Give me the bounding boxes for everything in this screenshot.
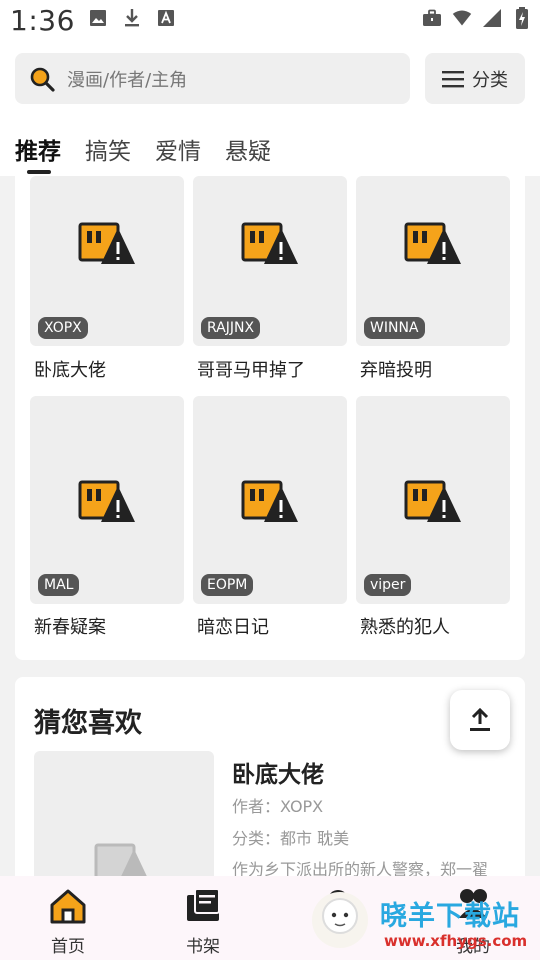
section-heading: 猜您喜欢 <box>34 708 142 739</box>
search-placeholder: 漫画/作者/主角 <box>67 69 188 91</box>
author-badge: MAL <box>38 574 80 596</box>
top-bar: 漫画/作者/主角 分类 推荐 搞笑 爱情 悬疑 <box>0 44 540 176</box>
scroll-to-top-button[interactable] <box>450 690 510 750</box>
tab-comedy[interactable]: 搞笑 <box>85 132 131 176</box>
tab-mystery[interactable]: 悬疑 <box>225 132 271 176</box>
author-badge: XOPX <box>38 317 88 339</box>
bookshelf-icon <box>187 888 220 921</box>
comic-title: 哥哥马甲掉了 <box>197 360 305 381</box>
comic-item[interactable]: WINNA 弃暗投明 <box>356 176 510 381</box>
comic-cover: XOPX <box>30 176 184 346</box>
signal-icon <box>482 8 502 28</box>
status-time: 1:36 <box>10 4 75 37</box>
site-watermark: 晓羊下载站 www.xfhygs.com <box>310 884 540 960</box>
search-bar[interactable]: 漫画/作者/主角 <box>15 53 410 104</box>
comic-item[interactable]: EOPM 暗恋日记 <box>193 396 347 638</box>
category-tabs: 推荐 搞笑 爱情 悬疑 <box>15 132 271 176</box>
comic-cover: MAL <box>30 396 184 604</box>
author-badge: viper <box>364 574 412 596</box>
comic-cover: EOPM <box>193 396 347 604</box>
image-icon <box>88 8 108 28</box>
category-button-label: 分类 <box>472 69 508 91</box>
nav-label: 书架 <box>186 937 220 957</box>
nav-label: 首页 <box>51 937 85 957</box>
image-error-icon <box>78 222 135 264</box>
comic-title: 暗恋日记 <box>197 617 269 638</box>
comic-category: 分类：都市 耽美 <box>232 829 350 848</box>
comic-title: 熟悉的犯人 <box>360 617 450 638</box>
image-error-icon <box>78 480 135 522</box>
search-icon <box>30 67 55 92</box>
tab-recommend[interactable]: 推荐 <box>15 132 61 176</box>
comic-title: 卧底大佬 <box>34 360 106 381</box>
menu-icon <box>442 70 464 87</box>
comic-item[interactable]: MAL 新春疑案 <box>30 396 184 638</box>
nav-bookshelf[interactable]: 书架 <box>163 886 243 957</box>
author-badge: EOPM <box>201 574 254 596</box>
comic-cover: viper <box>356 396 510 604</box>
image-error-icon <box>241 480 298 522</box>
sheep-logo <box>312 892 368 948</box>
comic-cover: RAJJNX <box>193 176 347 346</box>
nav-home[interactable]: 首页 <box>28 886 108 957</box>
upload-icon <box>470 707 490 731</box>
image-error-icon <box>404 222 461 264</box>
author-badge: RAJJNX <box>201 317 261 339</box>
comic-item[interactable]: viper 熟悉的犯人 <box>356 396 510 638</box>
battery-icon <box>512 7 532 29</box>
comic-title[interactable]: 卧底大佬 <box>232 755 324 789</box>
tab-romance[interactable]: 爱情 <box>155 132 201 176</box>
author-badge: WINNA <box>364 317 425 339</box>
comic-author: 作者：XOPX <box>232 797 324 816</box>
comic-title: 弃暗投明 <box>360 360 432 381</box>
image-error-icon <box>241 222 298 264</box>
wifi-icon <box>452 8 472 28</box>
image-error-icon <box>404 480 461 522</box>
comic-cover: WINNA <box>356 176 510 346</box>
watermark-url: www.xfhygs.com <box>384 932 528 950</box>
recommend-grid: XOPX 卧底大佬 RAJJNX 哥哥马甲掉了 WINNA 弃暗投明 MAL 新… <box>15 176 525 660</box>
status-bar: 1:36 <box>0 0 540 44</box>
comic-item[interactable]: RAJJNX 哥哥马甲掉了 <box>193 176 347 381</box>
briefcase-icon <box>422 8 442 28</box>
category-button[interactable]: 分类 <box>425 53 525 104</box>
font-icon <box>156 8 176 28</box>
comic-item[interactable]: XOPX 卧底大佬 <box>30 176 184 381</box>
watermark-brand: 晓羊下载站 <box>380 901 520 932</box>
home-icon <box>50 889 86 924</box>
download-icon <box>122 8 142 28</box>
active-tab-indicator <box>27 170 51 174</box>
comic-title: 新春疑案 <box>34 617 106 638</box>
